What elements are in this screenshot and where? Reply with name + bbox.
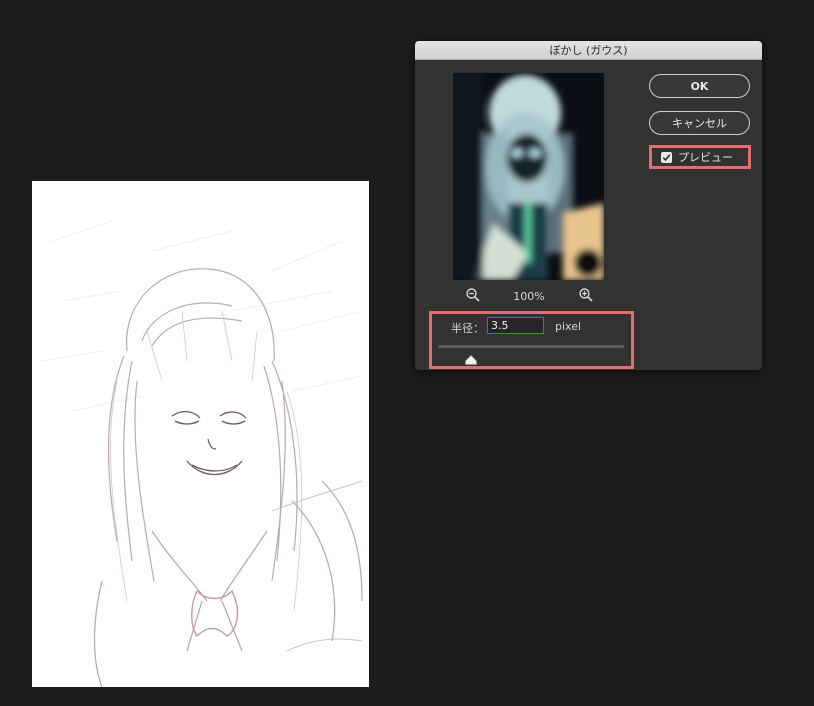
zoom-in-icon[interactable] (578, 287, 594, 303)
preview-checkbox[interactable] (661, 151, 672, 163)
preview-label: プレビュー (678, 151, 733, 164)
dialog-titlebar[interactable]: ぼかし (ガウス) (415, 41, 762, 60)
inverted-preview-image (453, 73, 604, 280)
zoom-level-text: 100% (513, 290, 545, 303)
dialog-title: ぼかし (ガウス) (549, 44, 628, 57)
radius-unit-label: pixel (555, 320, 582, 333)
zoom-out-icon[interactable] (465, 287, 481, 303)
document-canvas-image (32, 181, 369, 687)
gaussian-blur-dialog: ぼかし (ガウス) 100% OK キャンセル プレビュー 半径： 3.5 pi… (415, 41, 762, 370)
ok-button[interactable]: OK (649, 74, 750, 98)
photoshop-workspace: ぼかし (ガウス) 100% OK キャンセル プレビュー 半径： 3.5 pi… (0, 0, 814, 706)
sketch-portrait-image (32, 181, 369, 687)
radius-label: 半径： (451, 322, 484, 335)
blur-preview-image[interactable] (453, 73, 604, 280)
radius-control-highlight: 半径： pixel (429, 311, 634, 369)
checkmark-icon (662, 153, 671, 161)
preview-toggle-highlight: プレビュー (649, 145, 751, 169)
radius-slider-track[interactable] (438, 345, 624, 348)
cancel-button[interactable]: キャンセル (649, 111, 750, 135)
radius-slider-thumb[interactable] (465, 350, 478, 365)
radius-input[interactable] (487, 317, 544, 334)
